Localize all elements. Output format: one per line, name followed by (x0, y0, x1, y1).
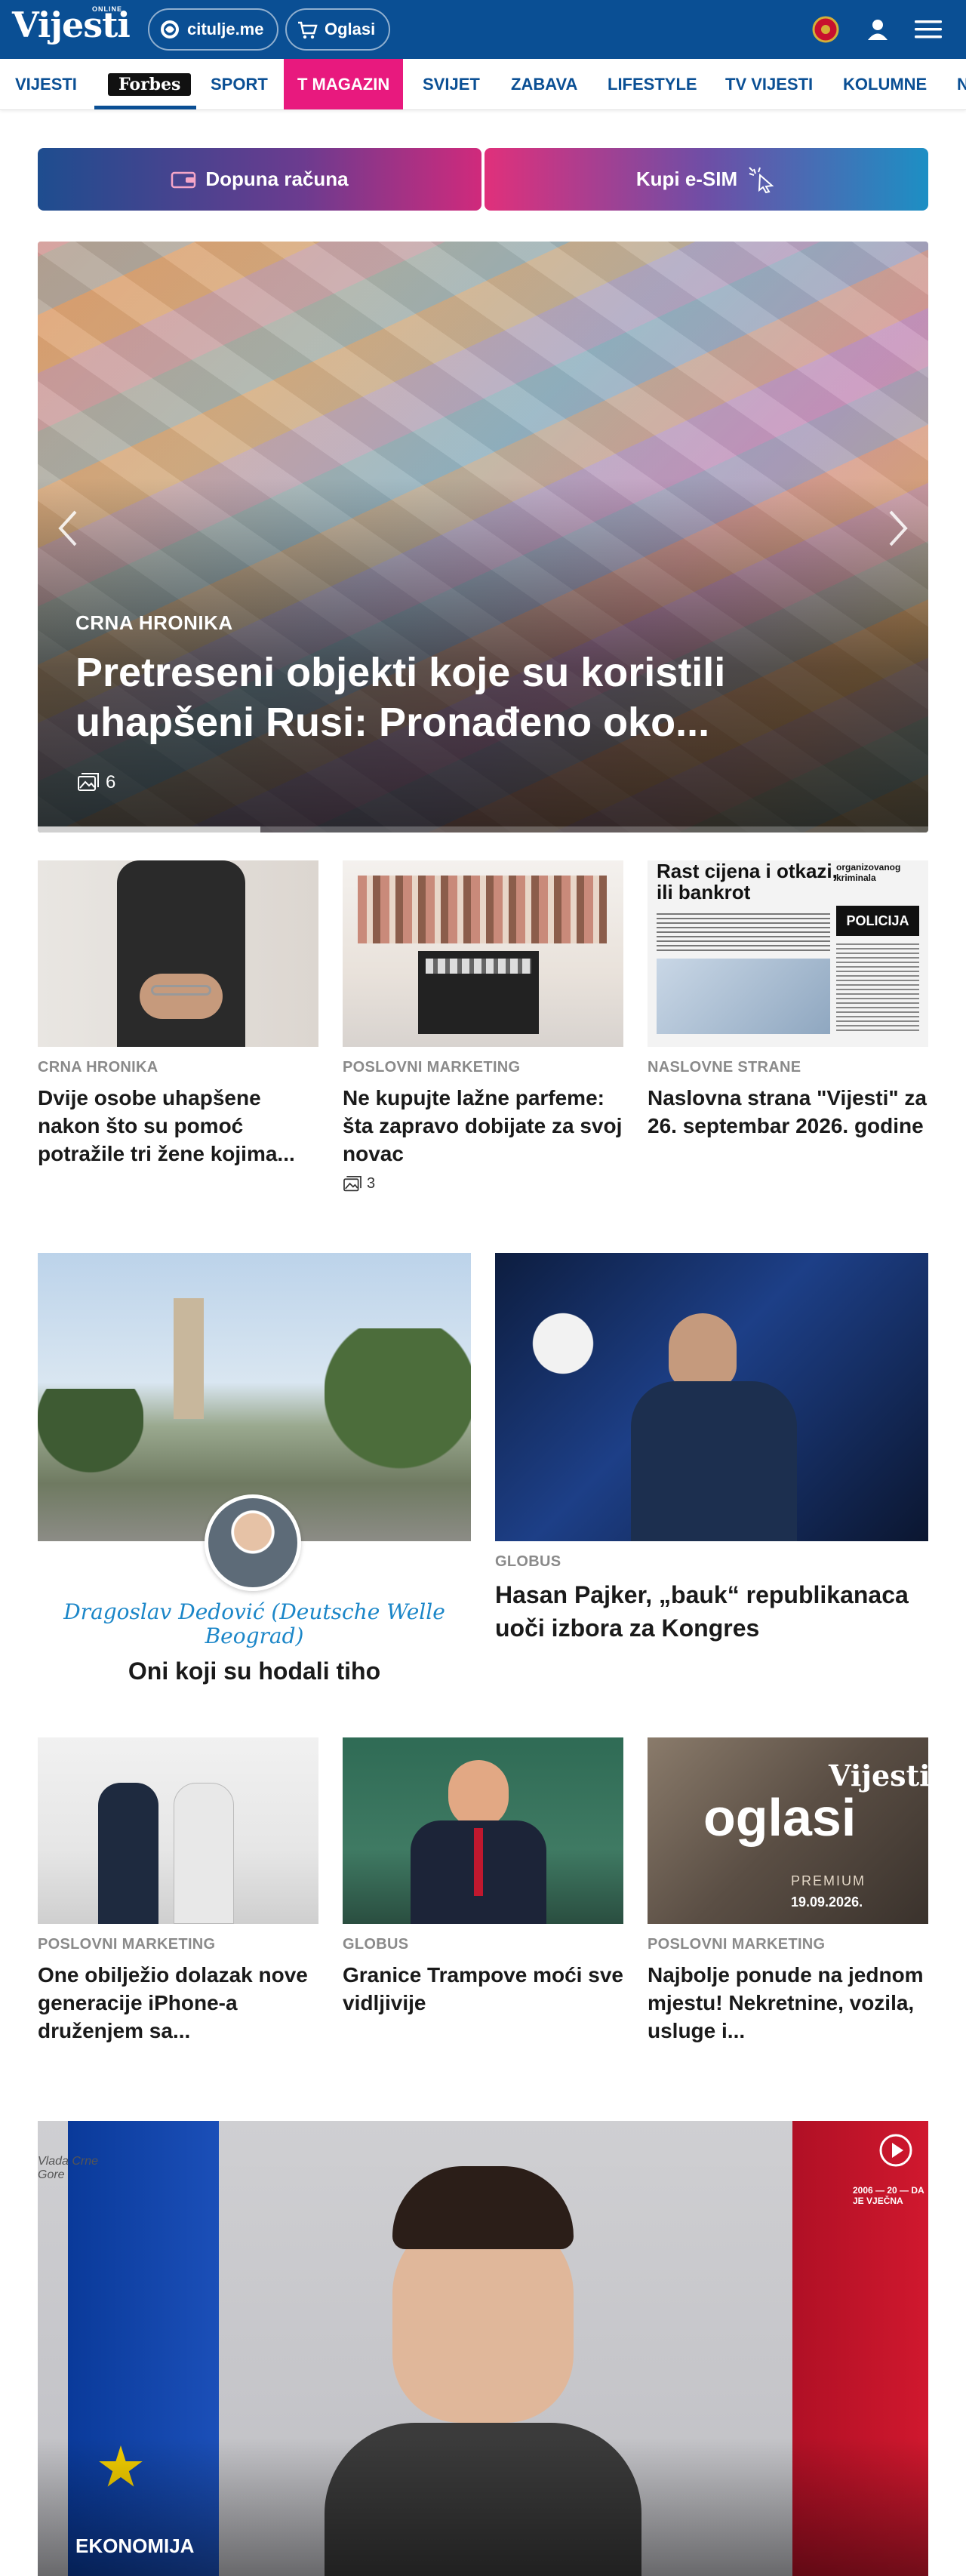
play-icon[interactable] (878, 2133, 913, 2168)
video-category[interactable]: EKONOMIJA (75, 2534, 194, 2558)
article-card[interactable]: GLOBUS Granice Trampove moći sve vidljiv… (343, 1737, 623, 2017)
nav-svijet[interactable]: SVIJET (423, 59, 480, 109)
main-nav: VIJESTI Forbes SPORT T MAGAZIN SVIJET ZA… (0, 59, 966, 110)
column-title[interactable]: Oni koji su hodali tiho (38, 1657, 471, 1685)
slider-progress-track (38, 826, 928, 833)
author-name[interactable]: Dragoslav Dedović (Deutsche Welle Beogra… (38, 1600, 471, 1648)
oglasi-link[interactable]: Oglasi (285, 8, 391, 51)
hero-category[interactable]: CRNA HRONIKA (75, 611, 233, 635)
gallery-icon (343, 1175, 361, 1191)
gallery-icon (78, 773, 99, 791)
article-card[interactable]: POSLOVNI MARKETING Ne kupujte lažne parf… (343, 860, 623, 1193)
nav-kolumne[interactable]: KOLUMNE (843, 59, 927, 109)
article-card[interactable]: Vijesti oglasi PREMIUM 19.09.2026. POSLO… (648, 1737, 928, 2045)
cart-icon (298, 21, 318, 39)
article-category[interactable]: GLOBUS (495, 1553, 928, 1571)
article-category[interactable]: POSLOVNI MARKETING (648, 1936, 928, 1953)
esim-label: Kupi e-SIM (635, 168, 738, 190)
thumb-label: organizovanog kriminala (836, 862, 901, 883)
dopuna-racuna-banner[interactable]: Dopuna računa (38, 148, 481, 211)
hero-gallery-number: 6 (106, 772, 116, 792)
hero-title[interactable]: Pretreseni objekti koje su koristili uha… (75, 648, 815, 747)
article-category[interactable]: POSLOVNI MARKETING (343, 1059, 623, 1076)
nav-lifestyle[interactable]: LIFESTYLE (608, 59, 697, 109)
article-thumb-trump-un (343, 1737, 623, 1924)
article-category[interactable]: NASLOVNE STRANE (648, 1059, 928, 1076)
cursor-click-icon (749, 166, 774, 193)
article-card[interactable]: Rast cijena i otkazi, ili bankrot organi… (648, 860, 928, 1140)
citulje-link[interactable]: citulje.me (148, 8, 279, 51)
author-avatar[interactable] (205, 1494, 301, 1591)
language-flag[interactable] (812, 0, 839, 59)
nav-t-magazin[interactable]: T MAGAZIN (284, 59, 404, 109)
menu-button[interactable] (913, 0, 943, 59)
chevron-right-icon[interactable] (883, 506, 913, 551)
thumb-police: POLICIJA (836, 906, 919, 936)
hamburger-icon (915, 20, 942, 38)
article-category[interactable]: GLOBUS (343, 1936, 623, 1953)
article-thumb-handcuffs (38, 860, 318, 1047)
wallet-icon (171, 171, 196, 188)
article-card[interactable]: CRNA HRONIKA Dvije osobe uhapšene nakon … (38, 860, 318, 1168)
article-card[interactable]: POSLOVNI MARKETING One obilježio dolazak… (38, 1737, 318, 2045)
hero-gallery-count: 6 (77, 772, 115, 793)
article-gallery-count: 3 (343, 1175, 623, 1193)
article-thumb-iphone-event (38, 1737, 318, 1924)
article-title[interactable]: Dvije osobe uhapšene nakon što su pomoć … (38, 1084, 318, 1168)
forbes-logo: Forbes (108, 73, 192, 96)
article-title[interactable]: Naslovna strana "Vijesti" za 26. septemb… (648, 1084, 928, 1140)
thumb-headline: Rast cijena i otkazi, ili bankrot (657, 860, 838, 903)
video-left-logo: Vlada Crne Gore (38, 2155, 99, 2181)
logo-online-tag: ONLINE (92, 5, 123, 13)
article-thumb-oglasi-premium: Vijesti oglasi PREMIUM 19.09.2026. (648, 1737, 928, 1924)
top-header: Vijesti ONLINE citulje.me Oglasi (0, 0, 966, 59)
article-title[interactable]: Granice Trampove moći sve vidljivije (343, 1961, 623, 2017)
globe-icon (161, 20, 179, 38)
user-account-button[interactable] (865, 0, 891, 59)
chevron-left-icon[interactable] (53, 506, 83, 551)
article-thumb-newspaper-cover: Rast cijena i otkazi, ili bankrot organi… (648, 860, 928, 1047)
video-right-logo: 2006 — 20 — DA JE VJEČNA (853, 2185, 924, 2206)
nav-tv-vijesti[interactable]: TV VIJESTI (725, 59, 813, 109)
article-title[interactable]: Hasan Pajker, „bauk“ republikanaca uoči … (495, 1578, 928, 1645)
kupi-esim-banner[interactable]: Kupi e-SIM (485, 148, 928, 211)
nav-active-underline (94, 106, 196, 109)
nav-vijesti[interactable]: VIJESTI (15, 59, 77, 109)
featured-video[interactable]: Vlada Crne Gore 2006 — 20 — DA JE VJEČNA… (38, 2121, 928, 2576)
nav-more[interactable]: N (957, 59, 966, 109)
hero-slider[interactable]: CRNA HRONIKA Pretreseni objekti koje su … (38, 242, 928, 833)
article-title[interactable]: One obilježio dolazak nove generacije iP… (38, 1961, 318, 2045)
nav-zabava[interactable]: ZABAVA (511, 59, 577, 109)
thumb-premium: PREMIUM (791, 1873, 866, 1888)
nav-sport[interactable]: SPORT (211, 59, 268, 109)
article-category[interactable]: POSLOVNI MARKETING (38, 1936, 318, 1953)
citulje-label: citulje.me (187, 20, 264, 38)
article-title[interactable]: Ne kupujte lažne parfeme: šta zapravo do… (343, 1084, 623, 1168)
article-thumb-speaker-on-stage (495, 1253, 928, 1541)
article-thumb-perfume-store (343, 860, 623, 1047)
oglasi-label: Oglasi (325, 20, 376, 38)
article-card[interactable]: GLOBUS Hasan Pajker, „bauk“ republikanac… (495, 1253, 928, 1645)
column-card[interactable]: Dragoslav Dedović (Deutsche Welle Beogra… (38, 1253, 471, 1706)
slider-progress-fill (38, 826, 260, 833)
thumb-word: oglasi (703, 1788, 857, 1847)
article-gallery-number: 3 (367, 1175, 376, 1192)
user-icon (868, 20, 888, 40)
nav-forbes[interactable]: Forbes (108, 59, 192, 109)
article-category[interactable]: CRNA HRONIKA (38, 1059, 318, 1076)
montenegro-flag-icon (812, 16, 839, 43)
dopuna-label: Dopuna računa (205, 168, 349, 190)
thumb-date: 19.09.2026. (791, 1894, 863, 1910)
article-title[interactable]: Najbolje ponude na jednom mjestu! Nekret… (648, 1961, 928, 2045)
